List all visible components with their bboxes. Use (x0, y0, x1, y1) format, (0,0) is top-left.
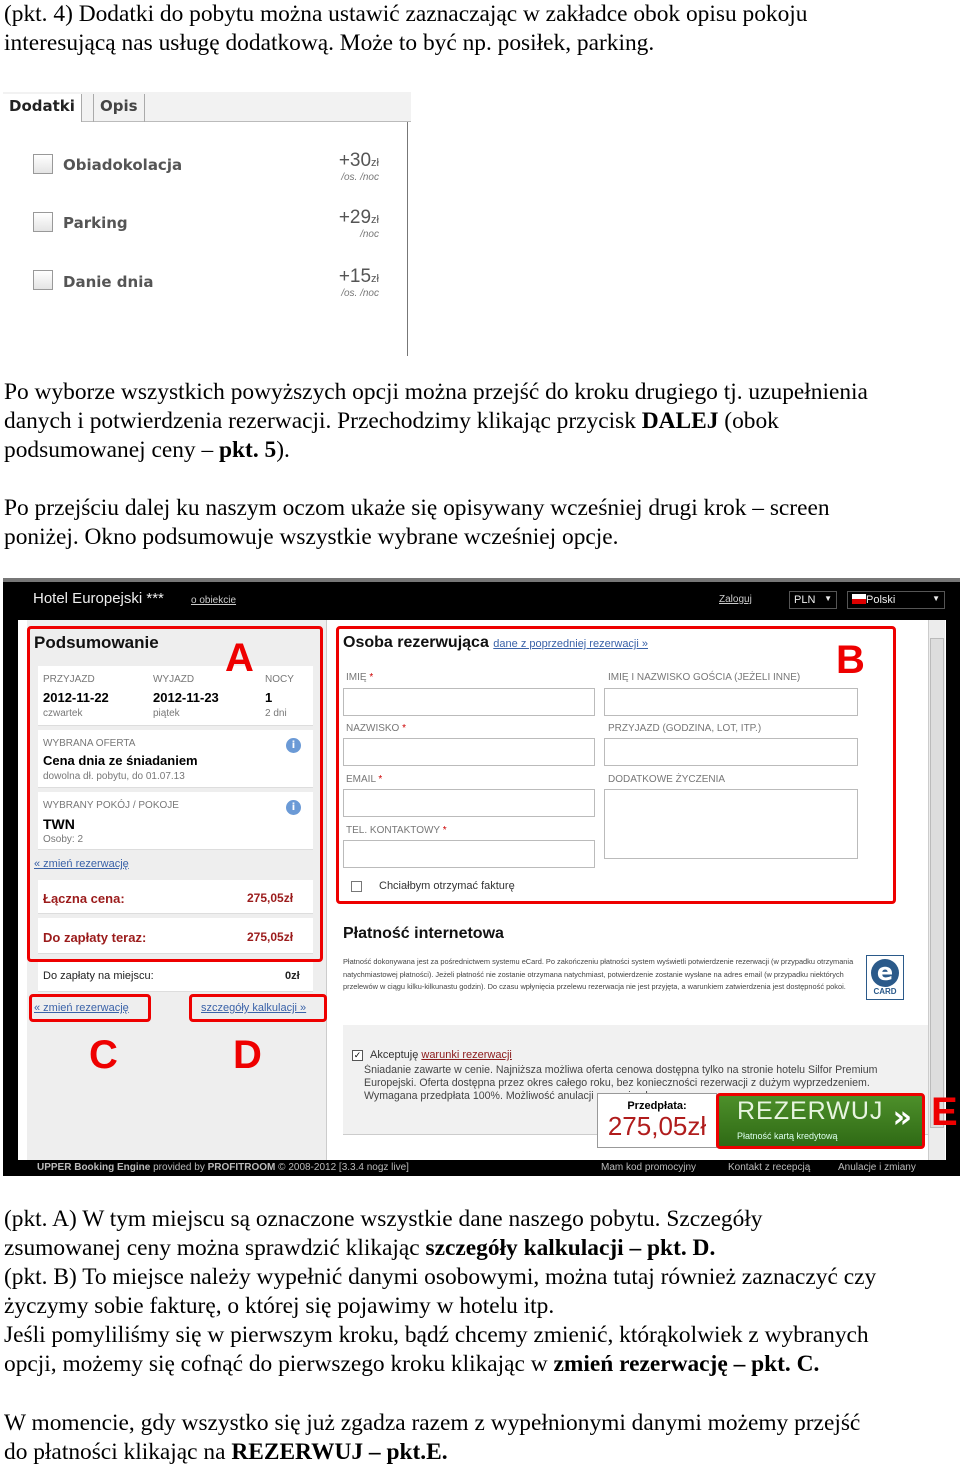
paragraph-1: (pkt. 4) Dodatki do pobytu można ustawić… (4, 0, 807, 58)
onsite-value: 0zł (285, 970, 300, 982)
annotation-d-box (189, 994, 327, 1022)
paragraph-4: (pkt. A) W tym miejscu są oznaczone wszy… (4, 1205, 876, 1379)
text-line: (pkt. 4) Dodatki do pobytu można ustawić… (4, 1, 808, 27)
addon-name: Obiadokolacja (63, 156, 183, 174)
annotation-label-a: A (225, 636, 254, 680)
payment-description: Płatność dokonywana jest za pośrednictwe… (343, 957, 854, 991)
paragraph-2: Po wyborze wszystkich powyższych opcji m… (4, 378, 868, 465)
tab-dodatki[interactable]: Dodatki (3, 94, 82, 122)
paragraph-3: Po przejściu dalej ku naszym oczom ukaże… (4, 494, 830, 552)
addon-unit: /noc (360, 229, 379, 240)
text-line: Jeśli pomyliliśmy się w pierwszym kroku,… (4, 1322, 869, 1348)
annotation-c-box (29, 994, 151, 1022)
addon-price: +30zł (338, 150, 379, 171)
window-edge (3, 578, 960, 582)
addon-unit: /os. /noc (341, 172, 379, 183)
text-line: podsumowanej ceny – pkt. 5). (4, 437, 290, 463)
text-line: (pkt. B) To miejsce należy wypełnić dany… (4, 1264, 877, 1290)
reserve-button[interactable]: REZERWUJ Płatność kartą kredytową » (716, 1093, 925, 1149)
cancellations-link[interactable]: Anulacje i zmiany (838, 1162, 916, 1173)
addon-price: +29zł (338, 207, 379, 228)
double-chevron-right-icon: » (892, 1100, 912, 1135)
addons-screenshot: Dodatki Opis Obiadokolacja +30zł /os. /n… (3, 92, 411, 356)
text-line: do płatności klikając na REZERWUJ – pkt.… (4, 1439, 448, 1465)
accept-terms-checkbox[interactable]: ✓ (352, 1050, 363, 1061)
tab-opis[interactable]: Opis (93, 94, 145, 122)
onsite-label: Do zapłaty na miejscu: (43, 970, 154, 982)
divider (407, 122, 408, 356)
text-line: (pkt. A) W tym miejscu są oznaczone wszy… (4, 1206, 763, 1232)
text-line: zsumowanej ceny można sprawdzić klikając… (4, 1235, 716, 1261)
addon-unit: /os. /noc (341, 288, 379, 299)
chevron-down-icon: ▼ (932, 594, 940, 603)
language-select[interactable]: Polski ▼ (847, 591, 945, 609)
chevron-down-icon: ▼ (824, 594, 832, 603)
checkbox[interactable] (33, 270, 53, 290)
flag-pl-icon (852, 594, 866, 604)
addon-name: Danie dnia (63, 273, 154, 291)
terms-link[interactable]: warunki rezerwacji (421, 1049, 511, 1061)
payment-title: Płatność internetowa (343, 925, 504, 942)
accept-terms-label: Akceptuję warunki rezerwacji (370, 1049, 512, 1061)
text-line: Po przejściu dalej ku naszym oczom ukaże… (4, 495, 830, 521)
text-line: poniżej. Okno podsumowuje wszystkie wybr… (4, 524, 619, 550)
text-line: życzymy sobie fakturę, o której się poja… (4, 1293, 555, 1319)
scrollbar[interactable] (928, 620, 945, 1160)
login-link[interactable]: Zaloguj (719, 594, 752, 605)
paragraph-5: W momencie, gdy wszystko się już zgadza … (4, 1409, 860, 1467)
annotation-label-e: E (931, 1090, 958, 1134)
checkbox[interactable] (33, 154, 53, 174)
hotel-title: Hotel Europejski *** (33, 590, 164, 607)
checkbox[interactable] (33, 212, 53, 232)
ecard-logo: e CARD (866, 955, 904, 1000)
annotation-label-d: D (233, 1033, 262, 1077)
annotation-label-c: C (89, 1033, 118, 1077)
annotation-a-box (27, 626, 323, 962)
annotation-b-box (336, 626, 896, 904)
footer-credits: UPPER Booking Engine provided by PROFITR… (37, 1162, 409, 1173)
text-line: danych i potwierdzenia rezerwacji. Przec… (4, 408, 779, 434)
annotation-label-b: B (836, 638, 865, 682)
text-line: Po wyborze wszystkich powyższych opcji m… (4, 379, 868, 405)
addon-price: +15zł (338, 266, 379, 287)
contact-reception-link[interactable]: Kontakt z recepcją (728, 1162, 810, 1173)
text-line: opcji, możemy się cofnąć do pierwszego k… (4, 1351, 820, 1377)
currency-select[interactable]: PLN ▼ (789, 591, 837, 609)
booking-screenshot: Hotel Europejski *** o obiekcie Zaloguj … (3, 578, 960, 1176)
promo-code-link[interactable]: Mam kod promocyjny (601, 1162, 696, 1173)
prepayment-box: Przedpłata: 275,05zł (597, 1093, 717, 1148)
text-line: interesującą nas usługę dodatkową. Może … (4, 30, 655, 56)
text-line: W momencie, gdy wszystko się już zgadza … (4, 1410, 861, 1436)
about-link[interactable]: o obiekcie (191, 595, 236, 606)
addon-name: Parking (63, 214, 128, 232)
